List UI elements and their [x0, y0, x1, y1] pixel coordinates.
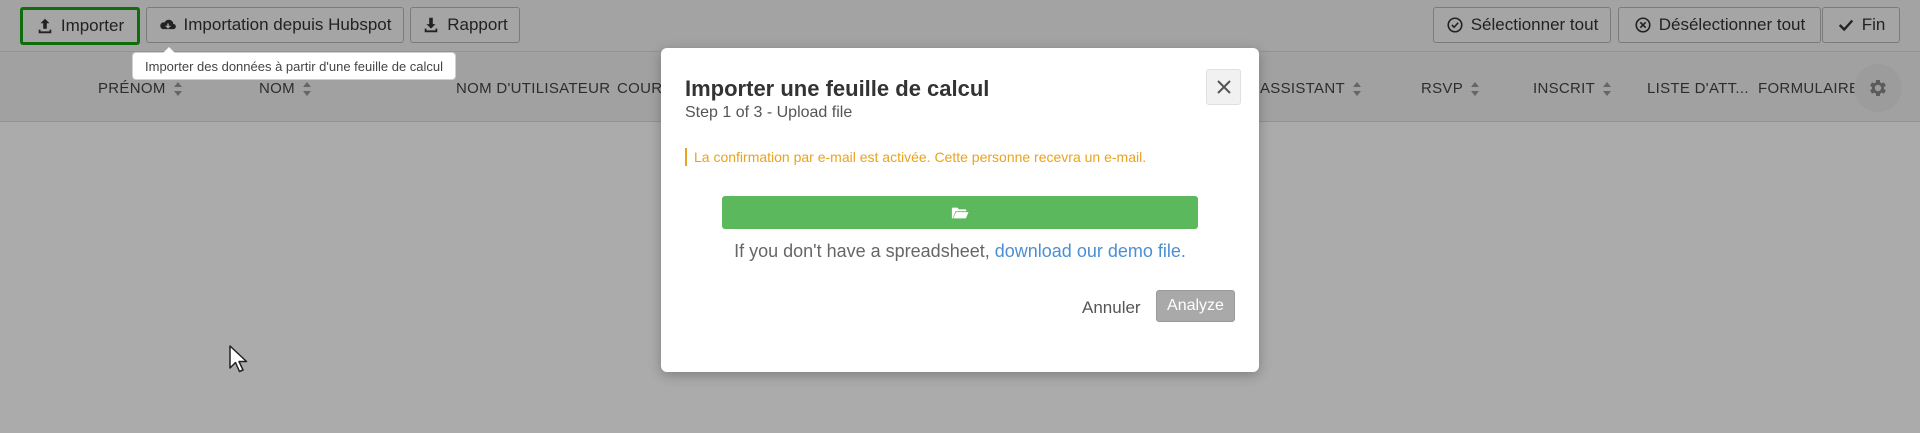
- upload-file-button[interactable]: [722, 196, 1198, 229]
- cancel-button[interactable]: Annuler: [1082, 298, 1141, 318]
- close-icon: [1216, 80, 1231, 94]
- demo-file-hint-text: If you don't have a spreadsheet,: [734, 241, 990, 261]
- modal-subtitle: Step 1 of 3 - Upload file: [685, 104, 853, 121]
- analyze-button[interactable]: Analyze: [1156, 290, 1235, 322]
- modal-close-button[interactable]: [1206, 69, 1241, 105]
- download-demo-file-link[interactable]: download our demo file.: [995, 241, 1186, 261]
- modal-title: Importer une feuille de calcul: [685, 76, 990, 101]
- importer-tooltip: Importer des données à partir d'une feui…: [132, 47, 457, 80]
- mouse-cursor-icon: [229, 345, 248, 373]
- import-spreadsheet-modal: Importer une feuille de calcul Step 1 of…: [661, 48, 1259, 372]
- folder-open-icon: [951, 207, 969, 218]
- email-confirmation-notice: La confirmation par e-mail est activée. …: [685, 148, 1146, 166]
- demo-file-hint: If you don't have a spreadsheet, downloa…: [661, 241, 1259, 262]
